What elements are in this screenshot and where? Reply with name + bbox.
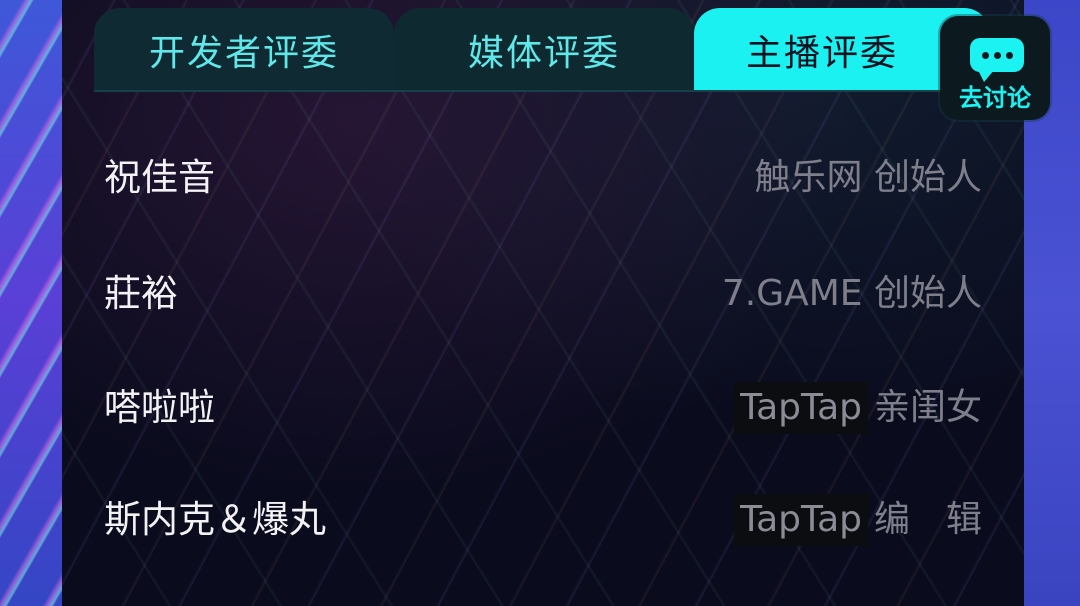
list-item: 祝佳音 触乐网 创始人: [0, 148, 1080, 208]
list-item: 莊裕 7.GAME 创始人: [0, 264, 1080, 324]
judges-list: 祝佳音 触乐网 创始人 莊裕 7.GAME 创始人 嗒啦啦 TapTap 亲闺女…: [0, 0, 1080, 606]
judge-role: TapTap 亲闺女: [734, 378, 982, 438]
stage: 开发者评委 媒体评委 主播评委 去讨论 祝佳音 触乐网 创始人 莊裕 7.GAM…: [0, 0, 1080, 606]
judge-role-text: 触乐网 创始人: [754, 157, 982, 198]
judge-role: 7.GAME 创始人: [722, 264, 982, 324]
judge-name: 莊裕: [104, 272, 178, 315]
judge-role-text: 7.GAME 创始人: [721, 273, 982, 314]
judge-role-text: 编 辑: [873, 499, 982, 540]
judge-name: 斯内克＆爆丸: [104, 498, 326, 541]
list-item: 嗒啦啦 TapTap 亲闺女: [0, 378, 1080, 438]
judge-name: 祝佳音: [104, 156, 215, 199]
judge-role: 触乐网 创始人: [755, 148, 982, 208]
list-item: 斯内克＆爆丸 TapTap 编 辑: [0, 490, 1080, 550]
judge-org: TapTap: [734, 382, 868, 434]
judge-role: TapTap 编 辑: [734, 490, 982, 550]
judge-org: TapTap: [734, 494, 868, 546]
judge-role-text: 亲闺女: [873, 387, 982, 428]
judge-name: 嗒啦啦: [104, 386, 215, 429]
